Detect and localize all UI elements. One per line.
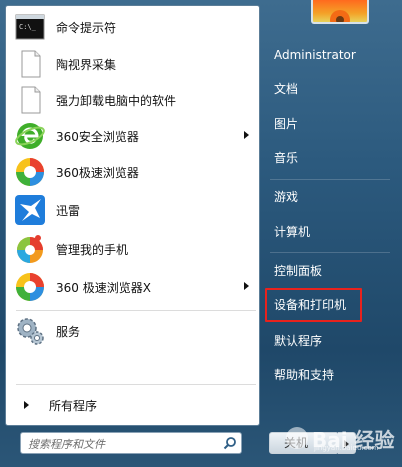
user-picture[interactable] — [311, 0, 369, 24]
program-label: 360安全浏览器 — [56, 129, 139, 144]
right-separator — [270, 179, 390, 180]
right-item-label: 计算机 — [274, 225, 311, 239]
right-item-label: Administrator — [274, 48, 356, 62]
program-label: 陶视界采集 — [56, 57, 117, 72]
program-label: 服务 — [56, 324, 81, 339]
right-item-label: 默认程序 — [274, 334, 323, 348]
separator — [16, 310, 256, 311]
user-name[interactable]: Administrator — [268, 43, 378, 67]
360-speed-browser-icon — [14, 156, 46, 188]
shutdown-button[interactable]: 关机 — [269, 432, 339, 454]
right-item-label: 图片 — [274, 117, 299, 131]
360-browser-icon — [14, 120, 46, 152]
cmd-icon: C:\_ — [14, 11, 46, 43]
separator — [16, 384, 256, 385]
chevron-right-icon — [344, 440, 349, 448]
right-item-label: 帮助和支持 — [274, 368, 335, 382]
right-item-default-programs[interactable]: 默认程序 — [268, 329, 378, 353]
search-input[interactable] — [26, 434, 220, 454]
program-label: 管理我的手机 — [56, 242, 129, 257]
shutdown-label: 关机 — [284, 436, 309, 450]
document-icon — [14, 48, 46, 80]
all-programs-label: 所有程序 — [49, 398, 98, 413]
right-item-control-panel[interactable]: 控制面板 — [268, 259, 378, 283]
right-separator — [270, 252, 390, 253]
submenu-arrow-icon — [244, 282, 249, 290]
program-item-360-speed-x[interactable]: 360 极速浏览器X — [11, 270, 255, 304]
right-item-help-support[interactable]: 帮助和支持 — [268, 363, 378, 387]
all-programs-button[interactable]: 所有程序 — [16, 394, 256, 416]
right-item-games[interactable]: 游戏 — [268, 185, 378, 209]
search-icon[interactable] — [223, 436, 237, 450]
thunder-icon — [14, 194, 46, 226]
program-label: 命令提示符 — [56, 20, 117, 35]
start-menu: C:\_ 命令提示符 陶视界采集 强力卸载电脑中的软件 360安全浏览器 360… — [0, 0, 402, 467]
right-item-label: 文档 — [274, 82, 299, 96]
program-item-cmd[interactable]: C:\_ 命令提示符 — [11, 10, 255, 44]
program-item-services[interactable]: 服务 — [11, 314, 255, 348]
right-item-music[interactable]: 音乐 — [268, 146, 378, 170]
program-label: 强力卸载电脑中的软件 — [56, 93, 177, 108]
expand-arrow-icon — [24, 401, 29, 409]
document-icon — [14, 84, 46, 116]
program-item-phone-manager[interactable]: 管理我的手机 — [11, 232, 255, 266]
programs-pane: C:\_ 命令提示符 陶视界采集 强力卸载电脑中的软件 360安全浏览器 360… — [5, 5, 260, 426]
right-item-computer[interactable]: 计算机 — [268, 220, 378, 244]
program-item-thunder[interactable]: 迅雷 — [11, 193, 255, 227]
program-label: 360极速浏览器 — [56, 165, 139, 180]
submenu-arrow-icon — [244, 131, 249, 139]
program-item-uninstall[interactable]: 强力卸载电脑中的软件 — [11, 83, 255, 117]
program-item-360-speed[interactable]: 360极速浏览器 — [11, 155, 255, 189]
highlight-box — [265, 288, 362, 322]
program-label: 迅雷 — [56, 203, 81, 218]
phone-manager-icon — [14, 233, 46, 265]
shutdown-options-button[interactable] — [338, 432, 356, 454]
search-box — [20, 432, 242, 454]
program-label: 360 极速浏览器X — [56, 280, 151, 295]
services-gear-icon — [14, 315, 46, 347]
360-speed-browser-x-icon — [14, 271, 46, 303]
program-item-360-browser[interactable]: 360安全浏览器 — [11, 119, 255, 153]
right-item-label: 控制面板 — [274, 264, 323, 278]
right-item-label: 游戏 — [274, 190, 299, 204]
right-item-pictures[interactable]: 图片 — [268, 112, 378, 136]
right-item-label: 音乐 — [274, 151, 299, 165]
svg-text:C:\_: C:\_ — [19, 23, 37, 31]
program-item-taoshijie[interactable]: 陶视界采集 — [11, 47, 255, 81]
right-item-documents[interactable]: 文档 — [268, 77, 378, 101]
